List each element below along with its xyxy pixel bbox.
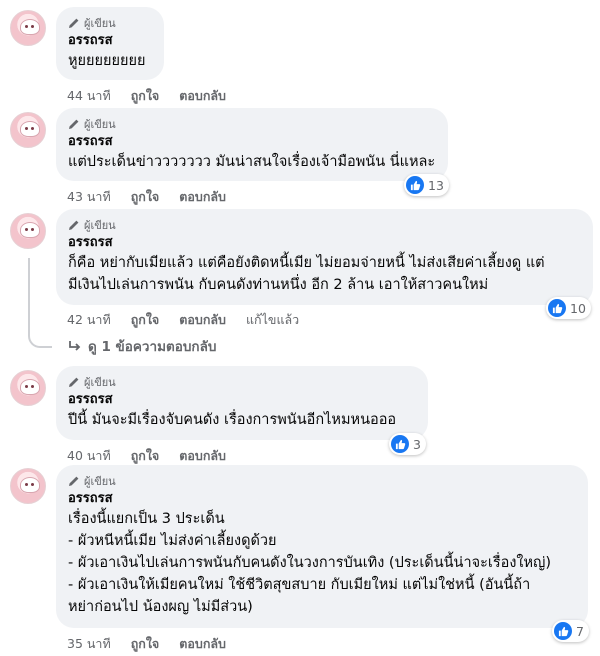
comment-line: - ผัวหนีหนี้เมีย ไม่ส่งค่าเลี้ยงดูด้วย	[68, 533, 277, 549]
author-badge: ผู้เขียน	[68, 15, 152, 31]
comment-bubble: ผู้เขียน อรรถรส แต่ประเด็นข่าววววววว มัน…	[56, 108, 448, 181]
avatar[interactable]	[10, 468, 46, 504]
author-name[interactable]: อรรถรส	[68, 32, 152, 50]
author-name[interactable]: อรรถรส	[68, 234, 581, 252]
reply-button[interactable]: ตอบกลับ	[179, 446, 226, 466]
author-name[interactable]: อรรถรส	[68, 490, 576, 508]
pencil-icon	[69, 476, 79, 486]
comment-bubble: ผู้เขียน อรรถรส หูยยยยยยยย	[56, 7, 164, 80]
comment-time[interactable]: 43 นาที	[67, 187, 111, 207]
author-badge-label: ผู้เขียน	[84, 17, 116, 30]
comment-line: หูยยยยยยยย	[68, 53, 146, 69]
pencil-icon	[69, 119, 79, 129]
reply-button[interactable]: ตอบกลับ	[179, 187, 226, 207]
like-button[interactable]: ถูกใจ	[131, 187, 160, 207]
author-badge-label: ผู้เขียน	[84, 118, 116, 131]
reaction-number: 3	[413, 436, 421, 452]
reaction-count[interactable]: 3	[389, 433, 426, 455]
comment-bubble: ผู้เขียน อรรถรส ปีนี้ มันจะมีเรื่องจับคน…	[56, 366, 428, 440]
thumbs-up-icon	[391, 435, 409, 453]
comment-line: เรื่องนี้แยกเป็น 3 ประเด็น	[68, 511, 225, 527]
author-badge: ผู้เขียน	[68, 374, 416, 390]
comment-line: - ผัวเอาเงินให้เมียคนใหม่ ใช้ชีวิตสุขสบา…	[68, 577, 531, 593]
comment-line: แต่ประเด็นข่าววววววว มันน่าสนใจเรื่องเจ้…	[68, 154, 436, 170]
comment-bubble: ผู้เขียน อรรถรส เรื่องนี้แยกเป็น 3 ประเด…	[56, 465, 588, 628]
reply-button[interactable]: ตอบกลับ	[179, 86, 226, 106]
reply-button[interactable]: ตอบกลับ	[179, 634, 226, 654]
author-badge-label: ผู้เขียน	[84, 219, 116, 232]
avatar[interactable]	[10, 370, 46, 406]
comment-meta: 43 นาที ถูกใจ ตอบกลับ	[67, 187, 226, 207]
comment-meta: 40 นาที ถูกใจ ตอบกลับ	[67, 446, 226, 466]
avatar[interactable]	[10, 10, 46, 46]
edited-label[interactable]: แก้ไขแล้ว	[246, 310, 299, 330]
comment-text: เรื่องนี้แยกเป็น 3 ประเด็น - ผัวหนีหนี้เ…	[68, 508, 576, 618]
reply-button[interactable]: ตอบกลับ	[179, 310, 226, 330]
comment-line: ปีนี้ มันจะมีเรื่องจับคนดัง เรื่องการพนั…	[68, 412, 397, 428]
thumbs-up-icon	[554, 622, 572, 640]
comment-meta: 35 นาที ถูกใจ ตอบกลับ	[67, 634, 226, 654]
comment-bubble: ผู้เขียน อรรถรส ก็คือ หย่ากับเมียแล้ว แต…	[56, 209, 593, 305]
reply-arrow-icon	[69, 341, 81, 351]
author-badge-label: ผู้เขียน	[84, 475, 116, 488]
pencil-icon	[69, 18, 79, 28]
reaction-number: 7	[576, 623, 584, 639]
author-badge-label: ผู้เขียน	[84, 376, 116, 389]
like-button[interactable]: ถูกใจ	[131, 634, 160, 654]
comment-line: หย่าก่อนไป น้องผญ ไม่มีส่วน)	[68, 599, 253, 615]
thumbs-up-icon	[548, 299, 566, 317]
avatar[interactable]	[10, 112, 46, 148]
author-name[interactable]: อรรถรส	[68, 391, 416, 409]
pencil-icon	[69, 377, 79, 387]
comment-time[interactable]: 44 นาที	[67, 86, 111, 106]
reaction-number: 13	[428, 177, 444, 193]
comment-text: ก็คือ หย่ากับเมียแล้ว แต่คือยังติดหนี้เม…	[68, 252, 581, 296]
reaction-number: 10	[570, 300, 586, 316]
comment-text: หูยยยยยยยย	[68, 50, 152, 72]
comment-meta: 42 นาที ถูกใจ ตอบกลับ แก้ไขแล้ว	[67, 310, 299, 330]
author-name[interactable]: อรรถรส	[68, 133, 436, 151]
author-badge: ผู้เขียน	[68, 217, 581, 233]
reaction-count[interactable]: 13	[404, 174, 449, 196]
author-badge: ผู้เขียน	[68, 116, 436, 132]
reaction-count[interactable]: 10	[546, 297, 591, 319]
like-button[interactable]: ถูกใจ	[131, 86, 160, 106]
like-button[interactable]: ถูกใจ	[131, 310, 160, 330]
comment-text: ปีนี้ มันจะมีเรื่องจับคนดัง เรื่องการพนั…	[68, 409, 416, 431]
thumbs-up-icon	[406, 176, 424, 194]
comment-line: มีเงินไปเล่นการพนัน กับคนดังท่านหนึ่ง อี…	[68, 277, 489, 293]
comment-time[interactable]: 42 นาที	[67, 310, 111, 330]
pencil-icon	[69, 220, 79, 230]
view-replies-label: ดู 1 ข้อความตอบกลับ	[88, 339, 217, 355]
reaction-count[interactable]: 7	[552, 620, 589, 642]
thread-connector	[28, 258, 52, 348]
view-replies-link[interactable]: ดู 1 ข้อความตอบกลับ	[68, 335, 216, 357]
comment-time[interactable]: 35 นาที	[67, 634, 111, 654]
comment-time[interactable]: 40 นาที	[67, 446, 111, 466]
avatar[interactable]	[10, 213, 46, 249]
comment-line: ก็คือ หย่ากับเมียแล้ว แต่คือยังติดหนี้เม…	[68, 255, 545, 271]
comment-meta: 44 นาที ถูกใจ ตอบกลับ	[67, 86, 226, 106]
comment-text: แต่ประเด็นข่าววววววว มันน่าสนใจเรื่องเจ้…	[68, 151, 436, 173]
like-button[interactable]: ถูกใจ	[131, 446, 160, 466]
comment-line: - ผัวเอาเงินไปเล่นการพนันกับคนดังในวงการ…	[68, 555, 552, 571]
author-badge: ผู้เขียน	[68, 473, 576, 489]
